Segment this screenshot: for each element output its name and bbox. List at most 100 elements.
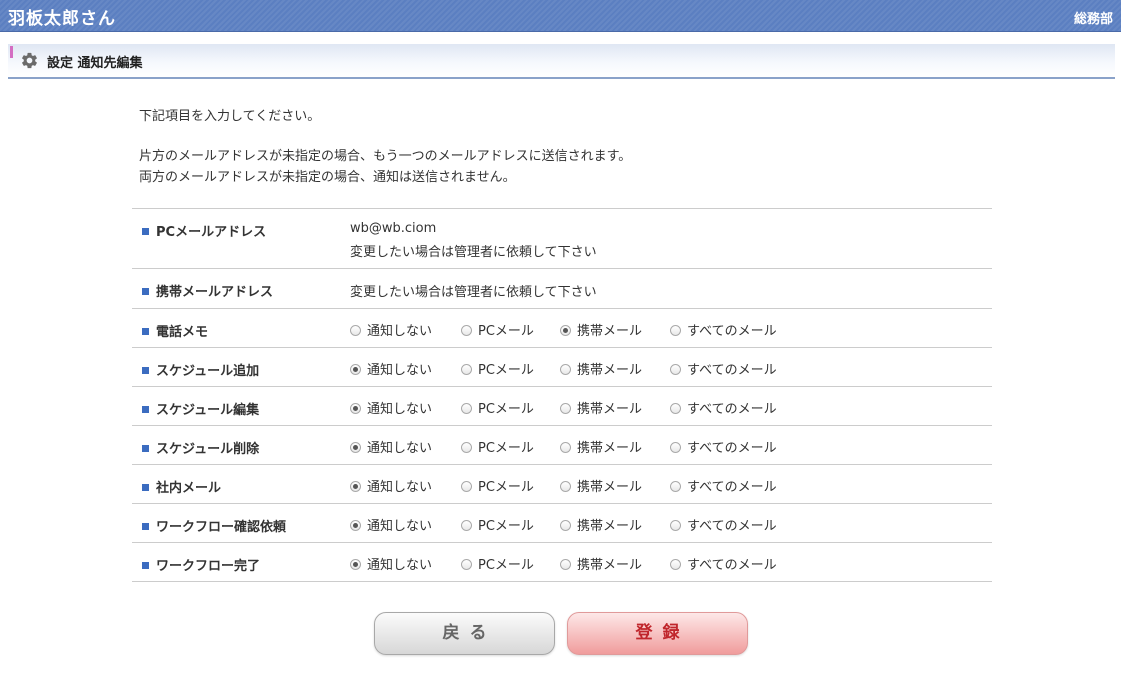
notification-row: 社内メール 通知しない PCメール 携帯メール すべてのメール [132,465,992,504]
radio-option-pc[interactable]: PCメール [461,359,534,378]
radio-button[interactable] [670,442,681,453]
notification-settings-table: PCメールアドレス wb@wb.ciom 変更したい場合は管理者に依頼して下さい… [132,208,992,582]
radio-option-none[interactable]: 通知しない [350,320,432,339]
mobile-mail-row: 携帯メールアドレス 変更したい場合は管理者に依頼して下さい [132,269,992,309]
radio-button[interactable] [670,364,681,375]
radio-button[interactable] [461,403,472,414]
notification-row: ワークフロー確認依頼 通知しない PCメール 携帯メール すべてのメール [132,504,992,543]
radio-button[interactable] [350,442,361,453]
radio-option-pc[interactable]: PCメール [461,476,534,495]
notification-label: スケジュール追加 [142,360,259,379]
radio-button[interactable] [461,520,472,531]
radio-button[interactable] [670,559,681,570]
radio-option-pc[interactable]: PCメール [461,554,534,573]
radio-option-all[interactable]: すべてのメール [670,398,777,417]
mobile-mail-note: 変更したい場合は管理者に依頼して下さい [350,285,597,300]
radio-button[interactable] [350,520,361,531]
radio-option-none[interactable]: 通知しない [350,437,432,456]
register-button[interactable]: 登録 [567,612,748,655]
radio-button[interactable] [560,403,571,414]
user-name: 羽板太郎さん [8,9,116,29]
radio-option-pc[interactable]: PCメール [461,515,534,534]
back-button[interactable]: 戻る [374,612,555,655]
radio-button[interactable] [560,559,571,570]
radio-button[interactable] [670,481,681,492]
radio-option-none[interactable]: 通知しない [350,476,432,495]
radio-option-mobile[interactable]: 携帯メール [560,554,642,573]
notification-label: スケジュール編集 [142,399,259,418]
radio-option-none[interactable]: 通知しない [350,554,432,573]
notification-row: スケジュール削除 通知しない PCメール 携帯メール すべてのメール [132,426,992,465]
radio-button[interactable] [350,559,361,570]
notification-label: 社内メール [142,477,221,496]
page-title: 設定 通知先編集 [47,56,143,71]
label-marker-icon [142,406,149,413]
mobile-mail-label: 携帯メールアドレス [142,281,273,300]
notification-label: 電話メモ [142,321,208,340]
radio-option-pc[interactable]: PCメール [461,437,534,456]
radio-option-all[interactable]: すべてのメール [670,476,777,495]
radio-button[interactable] [670,325,681,336]
pc-mail-note: 変更したい場合は管理者に依頼して下さい [350,245,597,260]
section-accent-mark [10,46,13,58]
notification-label: ワークフロー完了 [142,555,260,574]
notification-row: スケジュール追加 通知しない PCメール 携帯メール すべてのメール [132,348,992,387]
pc-mail-label: PCメールアドレス [142,221,266,240]
radio-option-mobile[interactable]: 携帯メール [560,476,642,495]
label-marker-icon [142,328,149,335]
notification-label: スケジュール削除 [142,438,259,457]
intro-line-1: 下記項目を入力してください。 [139,109,321,124]
section-header: 設定 通知先編集 [8,44,1115,79]
radio-option-all[interactable]: すべてのメール [670,320,777,339]
radio-button[interactable] [350,481,361,492]
radio-option-mobile[interactable]: 携帯メール [560,437,642,456]
radio-button[interactable] [461,442,472,453]
radio-button[interactable] [560,520,571,531]
notification-row: スケジュール編集 通知しない PCメール 携帯メール すべてのメール [132,387,992,426]
department-name: 総務部 [1073,12,1113,27]
radio-button[interactable] [560,442,571,453]
label-marker-icon [142,484,149,491]
radio-option-all[interactable]: すべてのメール [670,554,777,573]
label-marker-icon [142,562,149,569]
radio-option-mobile[interactable]: 携帯メール [560,359,642,378]
gear-icon [22,52,37,69]
radio-button[interactable] [350,364,361,375]
radio-button[interactable] [461,325,472,336]
label-marker-icon [142,367,149,374]
radio-option-none[interactable]: 通知しない [350,359,432,378]
intro-line-3: 両方のメールアドレスが未指定の場合、通知は送信されません。 [139,170,516,185]
label-marker-icon [142,445,149,452]
radio-option-mobile[interactable]: 携帯メール [560,320,642,339]
top-bar: 羽板太郎さん 総務部 [0,0,1121,32]
radio-button[interactable] [461,481,472,492]
radio-button[interactable] [350,403,361,414]
radio-button[interactable] [461,364,472,375]
radio-button[interactable] [560,481,571,492]
radio-option-pc[interactable]: PCメール [461,398,534,417]
radio-button[interactable] [670,520,681,531]
radio-button[interactable] [461,559,472,570]
notification-row: 電話メモ 通知しない PCメール 携帯メール すべてのメール [132,309,992,348]
label-marker-icon [142,523,149,530]
pc-mail-value: wb@wb.ciom [350,221,437,236]
radio-button[interactable] [560,325,571,336]
radio-button[interactable] [560,364,571,375]
notification-label: ワークフロー確認依頼 [142,516,286,535]
radio-option-all[interactable]: すべてのメール [670,515,777,534]
label-marker-icon [142,228,149,235]
radio-option-mobile[interactable]: 携帯メール [560,515,642,534]
label-marker-icon [142,288,149,295]
notification-rows: 電話メモ 通知しない PCメール 携帯メール すべてのメール スケジュール追加 通知しない P… [132,309,992,582]
radio-button[interactable] [670,403,681,414]
intro-line-2: 片方のメールアドレスが未指定の場合、もう一つのメールアドレスに送信されます。 [139,149,632,164]
radio-option-none[interactable]: 通知しない [350,398,432,417]
radio-button[interactable] [350,325,361,336]
radio-option-pc[interactable]: PCメール [461,320,534,339]
radio-option-all[interactable]: すべてのメール [670,437,777,456]
pc-mail-row: PCメールアドレス wb@wb.ciom 変更したい場合は管理者に依頼して下さい [132,209,992,269]
radio-option-mobile[interactable]: 携帯メール [560,398,642,417]
notification-row: ワークフロー完了 通知しない PCメール 携帯メール すべてのメール [132,543,992,582]
radio-option-all[interactable]: すべてのメール [670,359,777,378]
radio-option-none[interactable]: 通知しない [350,515,432,534]
